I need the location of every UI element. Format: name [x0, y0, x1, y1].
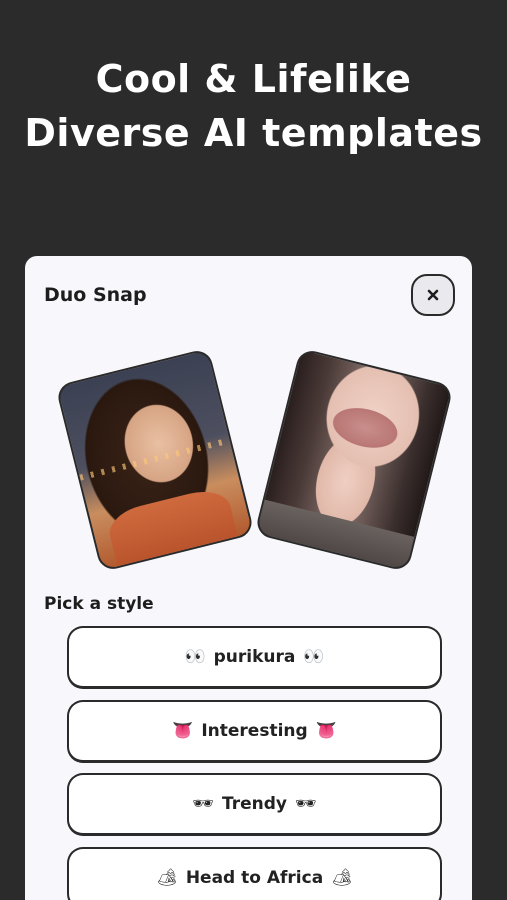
headline-line-2: Diverse AI templates: [24, 111, 483, 155]
eyes-icon: 👀: [303, 647, 325, 667]
style-label: purikura: [213, 647, 296, 667]
style-label: Trendy: [222, 794, 287, 814]
style-button-purikura[interactable]: 👀 purikura 👀: [67, 626, 442, 689]
sheet-title: Duo Snap: [44, 284, 147, 306]
style-button-interesting[interactable]: 👅 Interesting 👅: [67, 700, 442, 763]
tongue-icon: 👅: [172, 721, 194, 741]
eyes-icon: 👀: [184, 647, 206, 667]
photo-right[interactable]: [254, 347, 454, 573]
sunglasses-icon: 🕶: [295, 794, 317, 814]
close-icon: [427, 289, 439, 301]
headline: Cool & Lifelike Diverse AI templates: [0, 52, 507, 160]
photo-left[interactable]: [55, 347, 255, 573]
tongue-icon: 👅: [315, 721, 337, 741]
headline-line-1: Cool & Lifelike: [95, 57, 412, 101]
style-label: Interesting: [201, 721, 308, 741]
close-button[interactable]: [411, 274, 455, 316]
camping-icon: 🏕: [156, 868, 178, 888]
camping-icon: 🏕: [331, 868, 353, 888]
screen: Cool & Lifelike Diverse AI templates Duo…: [0, 0, 507, 900]
style-button-trendy[interactable]: 🕶 Trendy 🕶: [67, 773, 442, 836]
city-lights: [79, 437, 231, 481]
clothing: [105, 485, 243, 573]
style-button-head-to-africa[interactable]: 🏕 Head to Africa 🏕: [67, 847, 442, 900]
pick-style-label: Pick a style: [44, 594, 154, 614]
duo-snap-sheet: Duo Snap Pick a style 👀 purikura 👀 👅 Int…: [25, 256, 472, 900]
sunglasses-icon: 🕶: [192, 794, 214, 814]
style-label: Head to Africa: [185, 868, 324, 888]
clothing: [255, 499, 415, 573]
